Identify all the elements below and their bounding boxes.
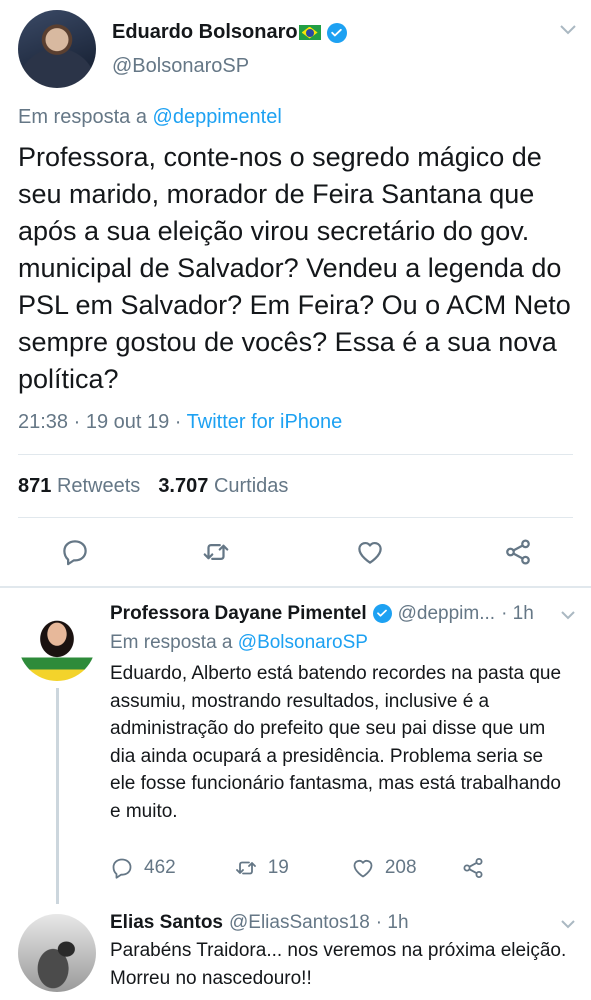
share-icon	[463, 858, 483, 878]
reply-prefix: Em resposta a	[18, 106, 147, 128]
reply-author-row: Professora Dayane Pimentel @deppim... · …	[110, 603, 534, 625]
share-button[interactable]	[461, 856, 485, 880]
verified-badge-icon	[326, 22, 347, 43]
display-name[interactable]: Elias Santos	[110, 912, 223, 934]
reply-icon[interactable]	[60, 537, 90, 567]
reply-prefix: Em resposta a	[110, 632, 233, 653]
retweet-icon	[235, 861, 256, 875]
share-icon[interactable]	[503, 537, 533, 567]
reply-text: Parabéns Traidora... nos veremos na próx…	[110, 940, 567, 989]
likes-stat[interactable]: 3.707 Curtidas	[158, 475, 288, 498]
thread-line	[56, 688, 59, 904]
reply-mention-link[interactable]: @BolsonaroSP	[238, 632, 368, 653]
reply-mention-link[interactable]: @deppimentel	[153, 106, 282, 128]
retweets-stat[interactable]: 871 Retweets	[18, 475, 140, 498]
handle[interactable]: @BolsonaroSP	[112, 55, 249, 78]
tweet-text: Professora, conte-nos o segredo mágico d…	[18, 142, 571, 394]
divider	[18, 454, 573, 455]
author-row: Eduardo Bolsonaro	[112, 21, 347, 44]
timestamp[interactable]: · 1h	[501, 603, 534, 625]
section-divider	[0, 586, 591, 588]
timestamp[interactable]: · 1h	[376, 912, 409, 934]
display-name[interactable]: Professora Dayane Pimentel	[110, 603, 367, 625]
engagement-stats: 871 Retweets 3.707 Curtidas	[18, 475, 288, 498]
like-button[interactable]: 208	[351, 856, 417, 880]
handle[interactable]: @EliasSantos18	[229, 912, 370, 934]
display-name[interactable]: Eduardo Bolsonaro	[112, 21, 298, 44]
brazil-flag-icon	[298, 25, 321, 40]
reply-icon	[112, 858, 132, 879]
reply-text: Eduardo, Alberto está batendo recordes n…	[110, 663, 562, 822]
retweet-icon[interactable]	[201, 537, 231, 567]
verified-badge-icon	[372, 603, 392, 623]
source-link[interactable]: Twitter for iPhone	[187, 411, 343, 433]
avatar[interactable]	[18, 10, 96, 88]
handle[interactable]: @deppim...	[398, 603, 495, 625]
like-icon	[353, 860, 373, 878]
retweet-button[interactable]: 19	[234, 856, 289, 880]
tweet-meta: 21:38 · 19 out 19 · Twitter for iPhone	[18, 411, 342, 434]
reply-button[interactable]: 462	[110, 856, 176, 880]
reply-actions: 462 19 208	[110, 856, 525, 880]
reply-count: 462	[144, 857, 176, 878]
chevron-down-icon[interactable]	[559, 918, 577, 930]
reply-author-row: Elias Santos @EliasSantos18 · 1h	[110, 912, 409, 934]
like-icon[interactable]	[355, 537, 385, 567]
retweet-count: 19	[267, 857, 289, 878]
avatar[interactable]	[18, 914, 96, 992]
timestamp: 21:38 · 19 out 19 ·	[18, 411, 182, 433]
avatar[interactable]	[18, 603, 96, 681]
divider	[18, 517, 573, 518]
chevron-down-icon[interactable]	[558, 22, 578, 36]
like-count: 208	[384, 857, 417, 878]
reply-context: Em resposta a @deppimentel	[18, 106, 282, 129]
chevron-down-icon[interactable]	[559, 609, 577, 621]
reply-context: Em resposta a @BolsonaroSP	[110, 632, 368, 654]
